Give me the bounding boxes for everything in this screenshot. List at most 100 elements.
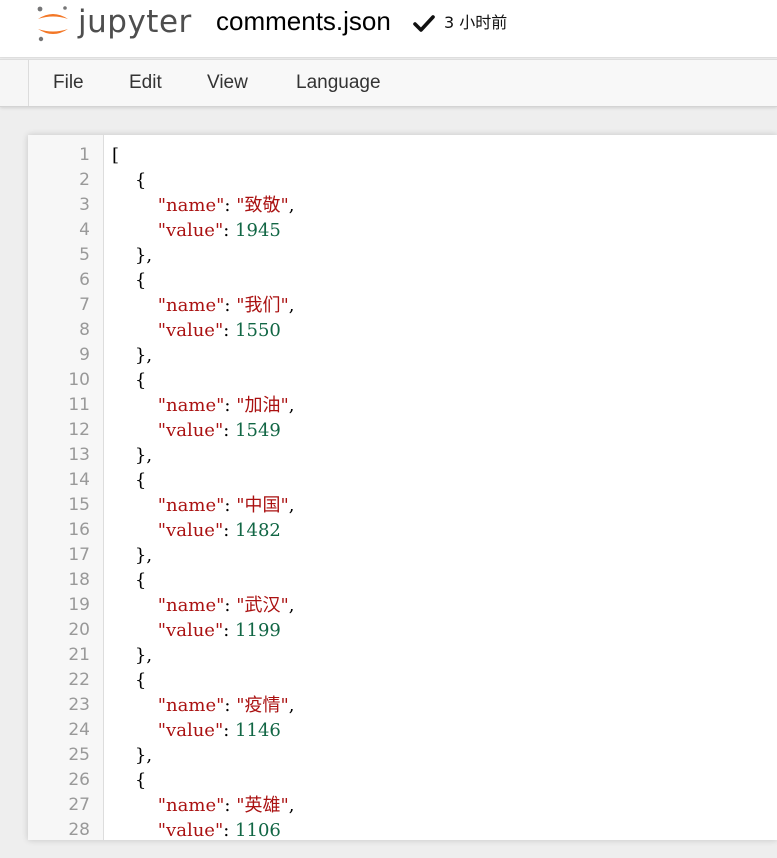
line-number: 10 — [68, 370, 90, 390]
menu-edit[interactable]: Edit — [129, 60, 162, 106]
line-code: { — [112, 668, 146, 693]
menu-language[interactable]: Language — [296, 60, 381, 106]
json-punctuation: : — [223, 720, 236, 741]
code-line[interactable]: 15 "name": "中国", — [28, 493, 777, 518]
code-line[interactable]: 28 "value": 1106 — [28, 818, 777, 840]
code-line[interactable]: 9 }, — [28, 343, 777, 368]
line-number: 14 — [68, 470, 90, 490]
code-editor[interactable]: 1[2 {3 "name": "致敬", 4 "value": 1945 5 }, 6… — [28, 135, 777, 840]
code-line[interactable]: 24 "value": 1146 — [28, 718, 777, 743]
json-string: "英雄" — [236, 795, 289, 816]
menubar-inner: File Edit View Language — [28, 60, 777, 106]
json-string: "name" — [157, 395, 225, 416]
code-line[interactable]: 25 }, — [28, 743, 777, 768]
line-number: 3 — [79, 195, 90, 215]
code-line[interactable]: 27 "name": "英雄", — [28, 793, 777, 818]
json-string: "name" — [157, 295, 225, 316]
line-code: { — [112, 168, 146, 193]
code-line[interactable]: 8 "value": 1550 — [28, 318, 777, 343]
json-punctuation: { — [112, 270, 147, 291]
json-string: "致敬" — [236, 195, 289, 216]
line-number: 8 — [79, 320, 90, 340]
json-punctuation: : — [224, 595, 237, 616]
code-line[interactable]: 26 { — [28, 768, 777, 793]
json-punctuation: { — [112, 470, 147, 491]
json-number: 1945 — [235, 220, 281, 241]
line-code: }, — [112, 443, 152, 468]
code-line[interactable]: 11 "name": "加油", — [28, 393, 777, 418]
json-punctuation — [112, 595, 158, 616]
notebook-title[interactable]: comments.json — [216, 4, 391, 38]
code-line[interactable]: 23 "name": "疫情", — [28, 693, 777, 718]
json-punctuation: : — [223, 420, 236, 441]
line-code: "name": "致敬", — [112, 193, 295, 218]
json-punctuation — [112, 620, 158, 641]
line-number: 5 — [79, 245, 90, 265]
line-number: 26 — [68, 770, 90, 790]
code-line[interactable]: 21 }, — [28, 643, 777, 668]
code-line[interactable]: 6 { — [28, 268, 777, 293]
json-punctuation: : — [224, 195, 237, 216]
json-string: "武汉" — [236, 595, 289, 616]
line-number: 21 — [68, 645, 90, 665]
code-line[interactable]: 20 "value": 1199 — [28, 618, 777, 643]
code-line[interactable]: 16 "value": 1482 — [28, 518, 777, 543]
code-line[interactable]: 17 }, — [28, 543, 777, 568]
line-code: { — [112, 768, 146, 793]
line-number: 6 — [79, 270, 90, 290]
line-number: 13 — [68, 445, 90, 465]
json-string: "name" — [157, 495, 225, 516]
code-line[interactable]: 5 }, — [28, 243, 777, 268]
code-line[interactable]: 19 "name": "武汉", — [28, 593, 777, 618]
line-code: "value": 1199 — [112, 618, 281, 643]
json-punctuation: : — [224, 795, 237, 816]
menu-view[interactable]: View — [207, 60, 248, 106]
code-line[interactable]: 13 }, — [28, 443, 777, 468]
json-punctuation: : — [224, 295, 237, 316]
code-line[interactable]: 2 { — [28, 168, 777, 193]
json-punctuation — [112, 395, 158, 416]
code-line[interactable]: 3 "name": "致敬", — [28, 193, 777, 218]
code-line[interactable]: 7 "name": "我们", — [28, 293, 777, 318]
json-punctuation: , — [288, 795, 295, 816]
json-punctuation: }, — [112, 545, 153, 566]
json-punctuation — [112, 295, 158, 316]
jupyter-logo-icon — [37, 6, 68, 42]
json-punctuation: , — [288, 295, 295, 316]
json-punctuation — [112, 320, 158, 341]
json-punctuation: , — [288, 395, 295, 416]
line-number: 1 — [79, 145, 90, 165]
line-number: 28 — [68, 820, 90, 840]
line-code: { — [112, 568, 146, 593]
json-punctuation — [112, 820, 158, 840]
code-line[interactable]: 22 { — [28, 668, 777, 693]
jupyter-logo[interactable]: jupyter — [34, 2, 194, 46]
json-string: "value" — [157, 520, 224, 541]
line-code: "name": "英雄", — [112, 793, 295, 818]
json-string: "name" — [157, 695, 225, 716]
line-code: }, — [112, 643, 152, 668]
code-line[interactable]: 14 { — [28, 468, 777, 493]
line-code: { — [112, 468, 146, 493]
json-string: "value" — [157, 620, 224, 641]
json-string: "我们" — [236, 295, 289, 316]
json-punctuation: [ — [112, 145, 120, 166]
line-code: "value": 1146 — [112, 718, 281, 743]
code-line[interactable]: 18 { — [28, 568, 777, 593]
code-line[interactable]: 4 "value": 1945 — [28, 218, 777, 243]
json-punctuation — [112, 420, 158, 441]
code-line[interactable]: 12 "value": 1549 — [28, 418, 777, 443]
json-string: "加油" — [236, 395, 289, 416]
json-punctuation: { — [112, 170, 147, 191]
line-code: "value": 1106 — [112, 818, 281, 840]
line-code: { — [112, 268, 146, 293]
json-punctuation — [112, 795, 158, 816]
json-number: 1199 — [235, 620, 281, 641]
json-punctuation: }, — [112, 345, 153, 366]
json-string: "name" — [157, 195, 225, 216]
json-punctuation: : — [223, 220, 236, 241]
code-line[interactable]: 1[ — [28, 143, 777, 168]
save-status: 3 小时前 — [444, 13, 508, 32]
code-line[interactable]: 10 { — [28, 368, 777, 393]
menu-file[interactable]: File — [53, 60, 84, 106]
